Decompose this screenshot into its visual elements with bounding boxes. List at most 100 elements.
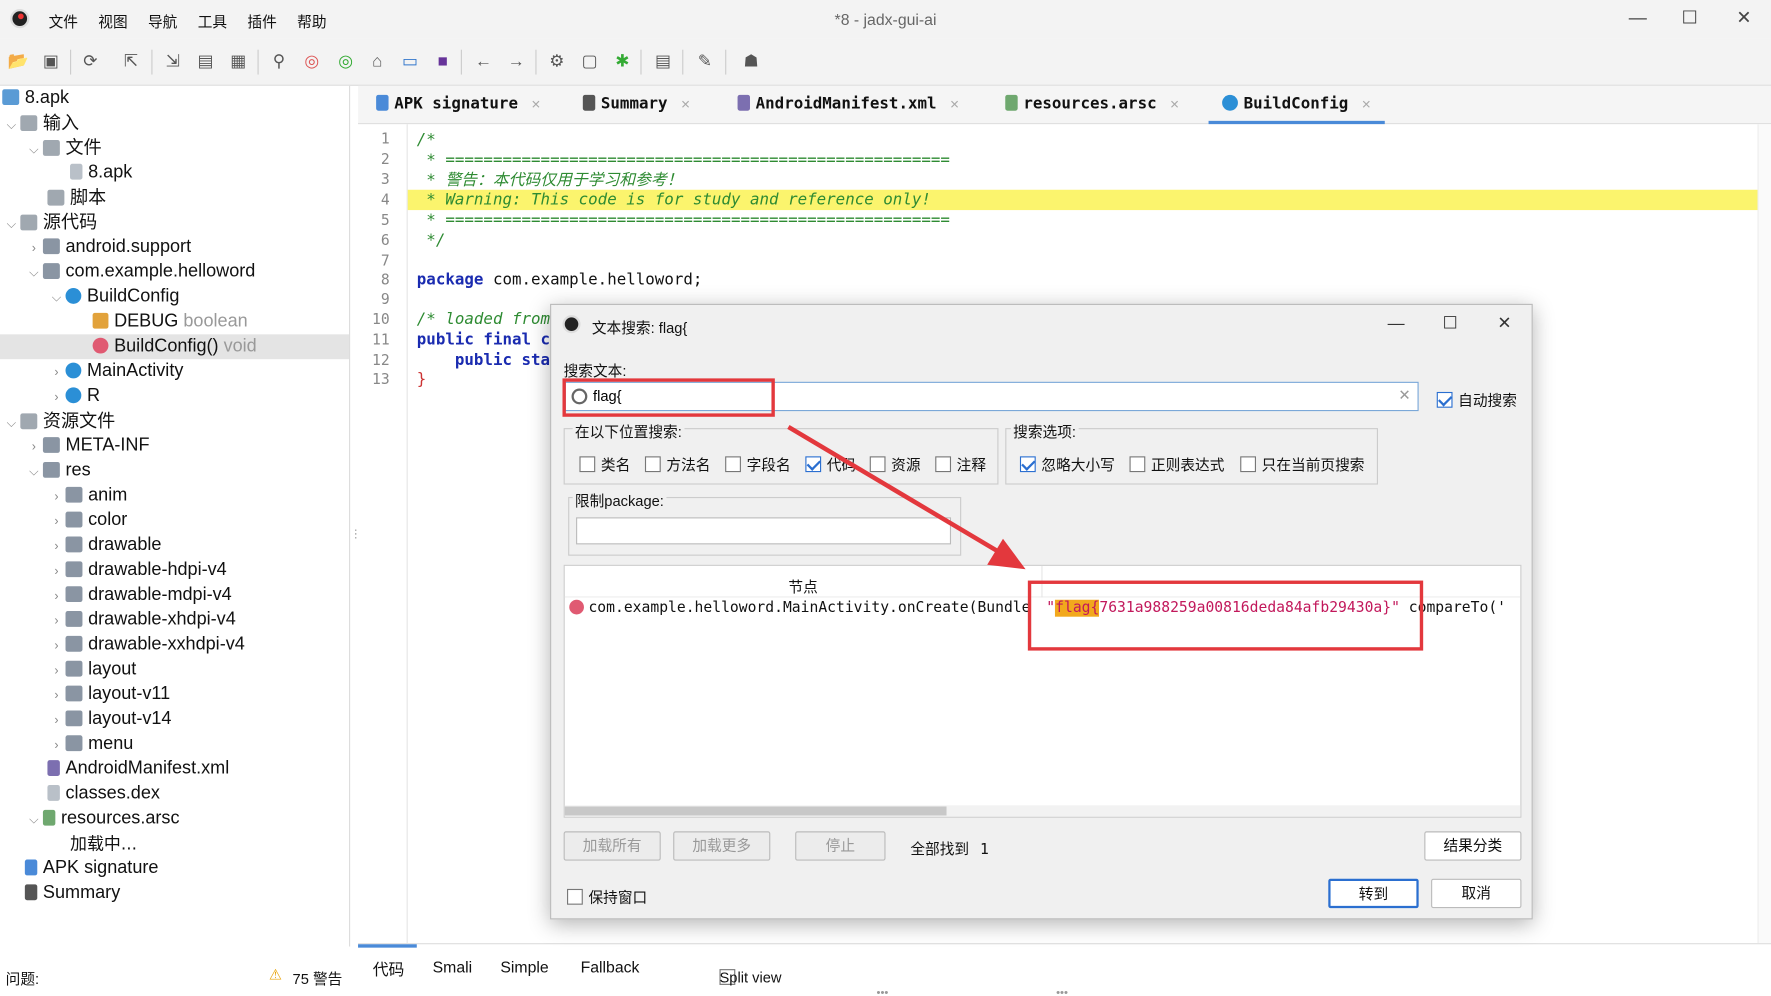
tree-item-input[interactable]: ⌵ 输入 [2, 111, 79, 136]
tree-item-android-support[interactable]: › android.support [25, 235, 191, 260]
tab-summary[interactable]: Summary ✕ [582, 86, 690, 124]
current-page-checkbox[interactable]: 只在当前页搜索 [1240, 453, 1364, 474]
tree-item-apk-root[interactable]: 8.apk [2, 86, 69, 111]
log-icon[interactable]: ▭ [399, 51, 422, 74]
resize-handle[interactable]: ••• [1056, 987, 1068, 996]
tree-item-drawable-mdpi[interactable]: › drawable-mdpi-v4 [47, 583, 231, 608]
menu-plugins[interactable]: 插件 [247, 10, 276, 31]
log-viewer-icon[interactable]: ▤ [652, 51, 675, 74]
tree-item-source[interactable]: ⌵ 源代码 [2, 210, 98, 235]
tree-item-mainactivity[interactable]: › MainActivity [47, 359, 183, 384]
close-icon[interactable]: ✕ [1362, 96, 1371, 113]
tree-item-constructor[interactable]: BuildConfig() void [0, 334, 350, 360]
tree-item-drawable-xxhdpi[interactable]: › drawable-xxhdpi-v4 [47, 633, 244, 658]
android-icon[interactable]: ☗ [740, 51, 763, 74]
tree-item-apk-signature[interactable]: APK signature [24, 856, 159, 881]
tree-item-classes-dex[interactable]: classes.dex [47, 782, 160, 807]
menu-tools[interactable]: 工具 [198, 10, 227, 31]
tab-buildconfig[interactable]: BuildConfig ✕ [1208, 86, 1385, 125]
open-file-icon[interactable]: 📂 [7, 51, 30, 74]
sort-results-button[interactable]: 结果分类 [1424, 831, 1522, 861]
tree-item-apk-file[interactable]: 8.apk [70, 160, 132, 185]
package-input[interactable] [576, 517, 952, 545]
settings-icon[interactable]: ✎ [694, 51, 717, 74]
tab-fallback[interactable]: Fallback [581, 958, 640, 976]
search-in-class-checkbox[interactable]: 类名 [579, 453, 630, 474]
close-icon[interactable]: ✕ [681, 96, 690, 113]
tree-item-r[interactable]: › R [47, 384, 100, 409]
tree-item-scripts[interactable]: 脚本 [47, 185, 106, 210]
tree-item-resources[interactable]: ⌵ 资源文件 [2, 409, 116, 434]
stop-button[interactable]: 停止 [795, 831, 886, 861]
tree-item-drawable-xhdpi[interactable]: › drawable-xhdpi-v4 [47, 608, 235, 633]
maximize-button[interactable]: ☐ [1667, 5, 1712, 34]
tree-item-layout-v14[interactable]: › layout-v14 [47, 707, 171, 732]
tab-smali[interactable]: Smali [433, 958, 473, 976]
kotlin-icon[interactable]: ■ [431, 51, 454, 74]
tree-item-files[interactable]: ⌵ 文件 [25, 136, 102, 161]
regex-checkbox[interactable]: 正则表达式 [1129, 453, 1224, 474]
load-more-button[interactable]: 加载更多 [673, 831, 771, 861]
goto-button[interactable]: 转到 [1328, 878, 1419, 909]
menu-file[interactable]: 文件 [49, 10, 78, 31]
warnings-count[interactable]: 75 警告 [293, 967, 343, 988]
deobfuscate-icon[interactable]: ⚙ [546, 51, 569, 74]
resize-handle[interactable]: ••• [876, 987, 888, 996]
tree-item-drawable-hdpi[interactable]: › drawable-hdpi-v4 [47, 558, 226, 583]
export-icon[interactable]: ⇱ [120, 51, 143, 74]
flatten-icon[interactable]: ▤ [194, 51, 217, 74]
tree-item-package[interactable]: ⌵ com.example.helloword [25, 260, 256, 285]
tab-apk-signature[interactable]: APK signature ✕ [376, 86, 540, 124]
node-column-header[interactable]: 节点 [788, 575, 817, 596]
auto-search-checkbox[interactable]: 自动搜索 [1436, 389, 1517, 410]
results-scrollbar[interactable] [564, 805, 1521, 817]
editor-scrollbar[interactable] [1757, 124, 1771, 944]
close-button[interactable]: ✕ [1721, 5, 1766, 34]
decompile-all-icon[interactable]: ▦ [227, 51, 250, 74]
home-icon[interactable]: ⌂ [366, 51, 389, 74]
close-icon[interactable]: ✕ [532, 96, 541, 113]
back-icon[interactable]: ← [472, 51, 495, 74]
tab-resources-arsc[interactable]: resources.arsc ✕ [1005, 86, 1179, 124]
dialog-maximize-button[interactable]: ☐ [1433, 312, 1467, 337]
clear-icon[interactable]: ✕ [1398, 386, 1410, 404]
close-icon[interactable]: ✕ [1170, 96, 1179, 113]
dialog-minimize-button[interactable]: — [1379, 312, 1413, 337]
search-in-method-checkbox[interactable]: 方法名 [644, 453, 710, 474]
quick-tabs-icon[interactable]: ▢ [578, 51, 601, 74]
reload-icon[interactable]: ⟳ [79, 51, 102, 74]
tree-item-buildconfig[interactable]: ⌵ BuildConfig [47, 285, 180, 310]
project-tree[interactable]: 8.apk ⌵ 输入 ⌵ 文件 8.apk 脚本 ⌵ 源代码 › android.sup… [0, 85, 351, 947]
find-class-icon[interactable]: ◎ [300, 51, 323, 74]
tree-item-layout-v11[interactable]: › layout-v11 [47, 682, 170, 707]
keep-window-checkbox[interactable]: 保持窗口 [567, 886, 647, 907]
dialog-close-button[interactable]: ✕ [1488, 312, 1522, 337]
tree-item-color[interactable]: › color [47, 508, 127, 533]
close-icon[interactable]: ✕ [950, 96, 959, 113]
tree-item-drawable[interactable]: › drawable [47, 533, 161, 558]
find-usage-icon[interactable]: ◎ [334, 51, 357, 74]
tab-simple[interactable]: Simple [500, 958, 548, 976]
menu-view[interactable]: 视图 [98, 10, 127, 31]
cancel-button[interactable]: 取消 [1431, 878, 1522, 909]
forward-icon[interactable]: → [505, 51, 528, 74]
add-file-icon[interactable]: ▣ [40, 51, 63, 74]
tree-item-resources-arsc[interactable]: ⌵ resources.arsc [25, 806, 179, 831]
splitter-handle[interactable]: ⋮ [350, 529, 361, 552]
search-in-comment-checkbox[interactable]: 注释 [935, 453, 986, 474]
tab-manifest[interactable]: AndroidManifest.xml ✕ [737, 86, 959, 124]
tree-item-summary[interactable]: Summary [24, 881, 120, 906]
tree-item-anim[interactable]: › anim [47, 483, 127, 508]
minimize-button[interactable]: — [1615, 5, 1660, 34]
sync-icon[interactable]: ⇲ [162, 51, 185, 74]
tree-item-menu[interactable]: › menu [47, 732, 133, 757]
ignore-case-checkbox[interactable]: 忽略大小写 [1019, 453, 1115, 474]
search-in-code-checkbox[interactable]: 代码 [805, 453, 856, 474]
tab-code[interactable]: 代码 [373, 958, 405, 981]
tree-item-res[interactable]: ⌵ res [25, 459, 91, 484]
search-in-field-checkbox[interactable]: 字段名 [725, 453, 791, 474]
tree-item-layout[interactable]: › layout [47, 657, 136, 682]
debug-icon[interactable]: ✱ [611, 51, 634, 74]
menu-navigate[interactable]: 导航 [148, 10, 177, 31]
menu-help[interactable]: 帮助 [297, 10, 326, 31]
